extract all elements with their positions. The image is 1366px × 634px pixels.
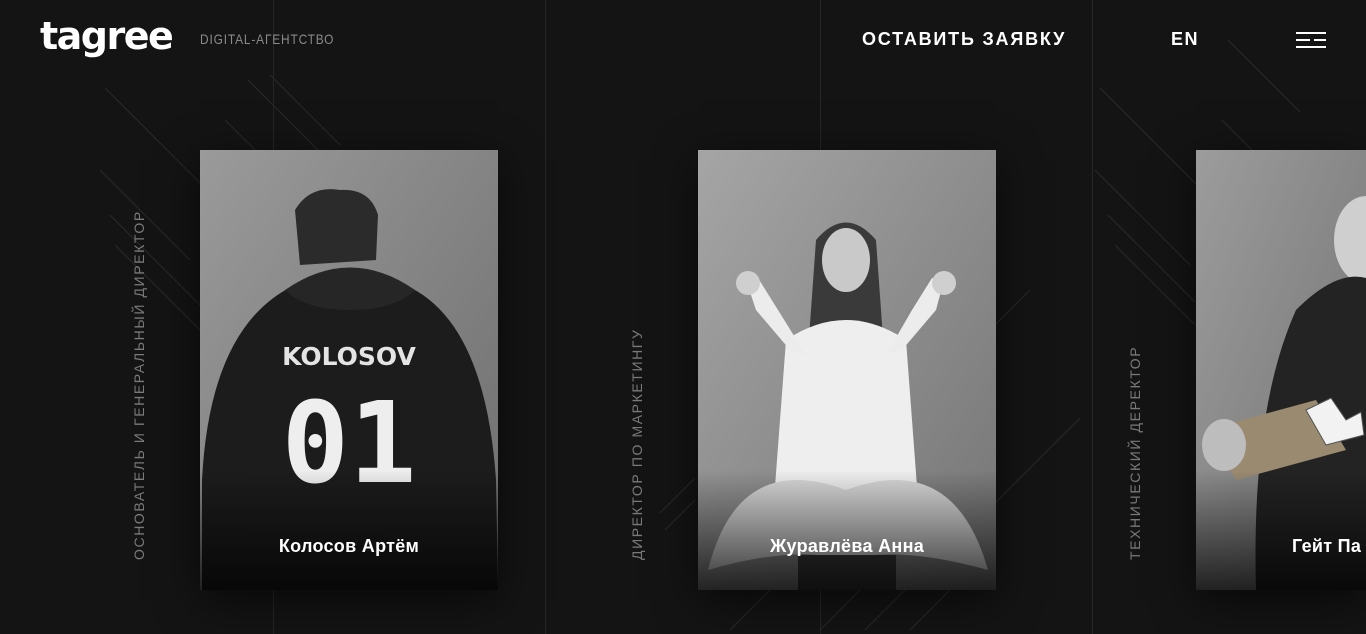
menu-line [1296,32,1326,34]
member-name: Колосов Артём [278,536,420,556]
photo-gradient [698,470,996,590]
grid-line [1092,0,1093,634]
member-role: ДИРЕКТОР ПО МАРКЕТИНГУ [629,328,645,561]
menu-line [1296,39,1310,41]
tagline: DIGITAL-АГЕНТСТВО [200,31,335,47]
site-header: tagree DIGITAL-АГЕНТСТВО ОСТАВИТЬ ЗАЯВКУ… [0,0,1366,80]
member-name: Гейт Па [1292,536,1362,556]
menu-line [1296,46,1326,48]
hamburger-icon[interactable] [1294,30,1328,52]
member-role: ТЕХНИЧЕСКИЙ ДЕРЕКТОР [1127,345,1143,560]
member-name: Журавлёва Анна [769,536,925,556]
shirt-name: KOLOSOV [282,342,416,371]
grid-line [545,0,546,634]
member-photo-card[interactable]: KOLOSOV 01 Колосов Артём [200,150,498,590]
member-role: ОСНОВАТЕЛЬ И ГЕНЕРАЛЬНЫЙ ДИРЕКТОР [131,210,147,560]
leave-request-button[interactable]: ОСТАВИТЬ ЗАЯВКУ [862,29,1066,50]
logo[interactable]: tagree [40,12,174,60]
photo-gradient [200,470,498,590]
member-photo-card[interactable]: Журавлёва Анна [698,150,996,590]
menu-line [1314,39,1326,41]
language-switch[interactable]: EN [1171,29,1199,50]
photo-gradient [1196,470,1366,590]
member-photo-card[interactable]: Гейт Па [1196,150,1366,590]
